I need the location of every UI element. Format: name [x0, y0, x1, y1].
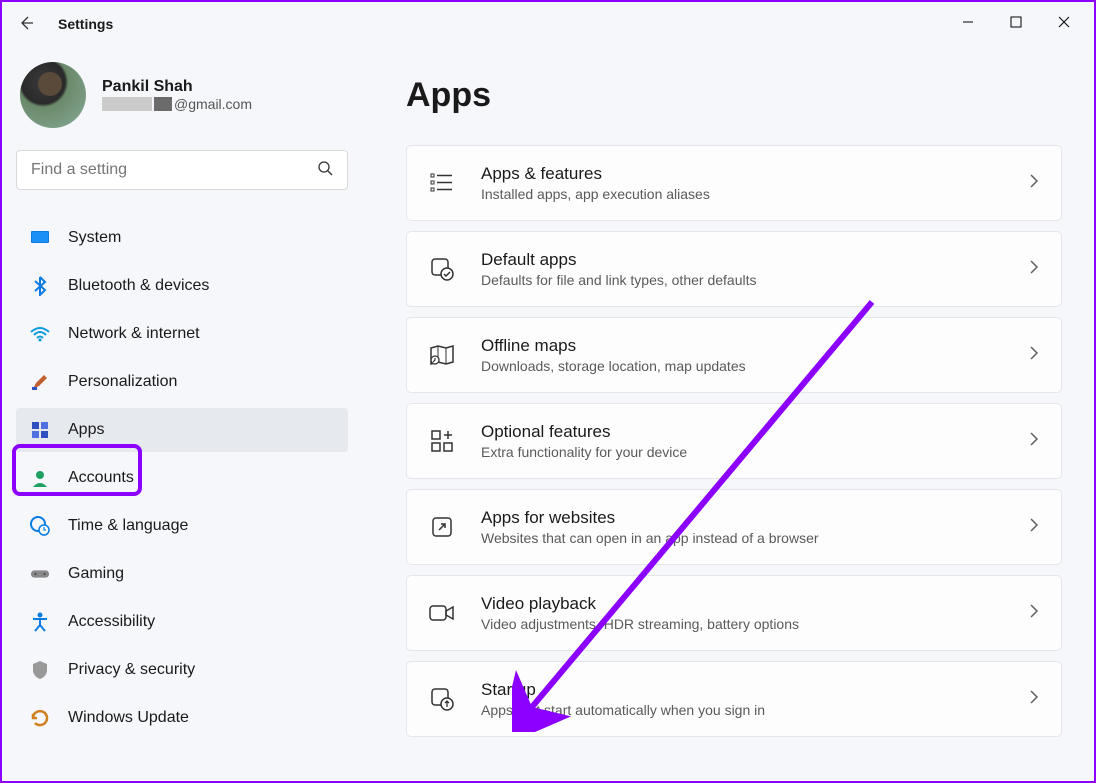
sidebar-item-personalization[interactable]: Personalization: [16, 360, 348, 404]
chevron-right-icon: [1029, 431, 1039, 452]
card-optional-features[interactable]: Optional features Extra functionality for…: [406, 403, 1062, 479]
card-title: Default apps: [481, 250, 1029, 270]
card-desc: Defaults for file and link types, other …: [481, 272, 1029, 288]
card-default-apps[interactable]: Default apps Defaults for file and link t…: [406, 231, 1062, 307]
card-title: Offline maps: [481, 336, 1029, 356]
chevron-right-icon: [1029, 259, 1039, 280]
accessibility-icon: [30, 612, 50, 632]
profile-email: @gmail.com: [102, 96, 252, 112]
sidebar-item-label: Privacy & security: [68, 661, 195, 679]
sidebar-item-label: Gaming: [68, 565, 124, 583]
chevron-right-icon: [1029, 345, 1039, 366]
sidebar-item-privacy[interactable]: Privacy & security: [16, 648, 348, 692]
sidebar-item-label: Network & internet: [68, 325, 200, 343]
sidebar-item-label: Personalization: [68, 373, 177, 391]
chevron-right-icon: [1029, 689, 1039, 710]
sidebar-item-system[interactable]: System: [16, 216, 348, 260]
back-button[interactable]: [14, 15, 38, 34]
main-panel: Apps Apps & features Installed apps, app …: [362, 46, 1094, 781]
wifi-icon: [30, 324, 50, 344]
card-desc: Extra functionality for your device: [481, 444, 1029, 460]
sidebar-item-label: Accounts: [68, 469, 134, 487]
app-arrow-icon: [429, 686, 455, 712]
back-arrow-icon: [18, 15, 34, 31]
launch-icon: [429, 514, 455, 540]
window-title: Settings: [58, 16, 113, 32]
nav-list: System Bluetooth & devices Network & inter…: [16, 216, 348, 740]
sidebar-item-label: Apps: [68, 421, 104, 439]
card-desc: Downloads, storage location, map updates: [481, 358, 1029, 374]
card-desc: Video adjustments, HDR streaming, batter…: [481, 616, 1029, 632]
card-startup[interactable]: Startup Apps that start automatically whe…: [406, 661, 1062, 737]
monitor-icon: [30, 228, 50, 248]
bluetooth-icon: [30, 276, 50, 296]
sidebar-item-time[interactable]: Time & language: [16, 504, 348, 548]
card-apps-websites[interactable]: Apps for websites Websites that can open …: [406, 489, 1062, 565]
search-icon: [317, 160, 333, 180]
app-check-icon: [429, 256, 455, 282]
avatar: [20, 62, 86, 128]
sidebar-item-apps[interactable]: Apps: [16, 408, 348, 452]
refresh-icon: [30, 708, 50, 728]
sidebar: Pankil Shah @gmail.com System Bluetooth &…: [2, 46, 362, 781]
video-icon: [429, 600, 455, 626]
chevron-right-icon: [1029, 603, 1039, 624]
globe-clock-icon: [30, 516, 50, 536]
card-title: Startup: [481, 680, 1029, 700]
list-icon: [429, 170, 455, 196]
minimize-button[interactable]: [958, 15, 978, 33]
page-title: Apps: [406, 76, 1062, 115]
search-input[interactable]: [31, 161, 317, 179]
card-desc: Websites that can open in an app instead…: [481, 530, 1029, 546]
person-icon: [30, 468, 50, 488]
titlebar: Settings: [2, 2, 1094, 46]
card-offline-maps[interactable]: Offline maps Downloads, storage location,…: [406, 317, 1062, 393]
sidebar-item-label: Accessibility: [68, 613, 155, 631]
sidebar-item-gaming[interactable]: Gaming: [16, 552, 348, 596]
chevron-right-icon: [1029, 517, 1039, 538]
sidebar-item-label: System: [68, 229, 121, 247]
search-box[interactable]: [16, 150, 348, 190]
card-desc: Installed apps, app execution aliases: [481, 186, 1029, 202]
close-button[interactable]: [1054, 15, 1074, 33]
sidebar-item-bluetooth[interactable]: Bluetooth & devices: [16, 264, 348, 308]
card-title: Apps & features: [481, 164, 1029, 184]
grid-plus-icon: [429, 428, 455, 454]
sidebar-item-label: Bluetooth & devices: [68, 277, 209, 295]
sidebar-item-update[interactable]: Windows Update: [16, 696, 348, 740]
card-title: Video playback: [481, 594, 1029, 614]
shield-icon: [30, 660, 50, 680]
profile-block[interactable]: Pankil Shah @gmail.com: [16, 62, 348, 128]
card-desc: Apps that start automatically when you s…: [481, 702, 1029, 718]
brush-icon: [30, 372, 50, 392]
maximize-button[interactable]: [1006, 15, 1026, 33]
apps-icon: [30, 420, 50, 440]
sidebar-item-label: Windows Update: [68, 709, 189, 727]
sidebar-item-network[interactable]: Network & internet: [16, 312, 348, 356]
card-apps-features[interactable]: Apps & features Installed apps, app execu…: [406, 145, 1062, 221]
gamepad-icon: [30, 564, 50, 584]
profile-name: Pankil Shah: [102, 78, 252, 96]
sidebar-item-label: Time & language: [68, 517, 188, 535]
map-icon: [429, 342, 455, 368]
sidebar-item-accessibility[interactable]: Accessibility: [16, 600, 348, 644]
card-video-playback[interactable]: Video playback Video adjustments, HDR str…: [406, 575, 1062, 651]
chevron-right-icon: [1029, 173, 1039, 194]
sidebar-item-accounts[interactable]: Accounts: [16, 456, 348, 500]
window-controls: [958, 15, 1082, 33]
card-title: Optional features: [481, 422, 1029, 442]
card-title: Apps for websites: [481, 508, 1029, 528]
